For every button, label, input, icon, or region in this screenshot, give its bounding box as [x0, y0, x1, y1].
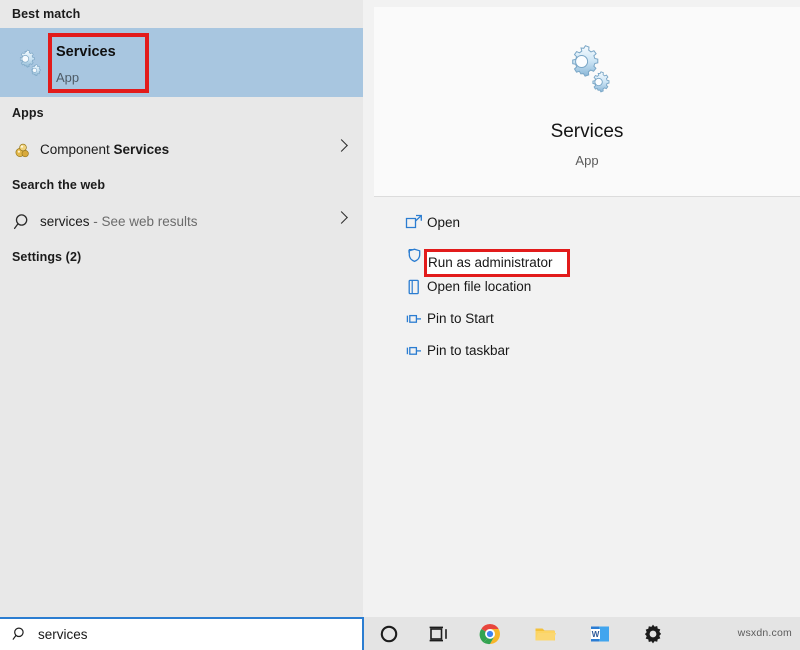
- result-item-label: Component Services: [40, 140, 169, 160]
- site-watermark: wsxdn.com: [738, 627, 792, 639]
- web-search-label: services - See web results: [40, 212, 198, 232]
- action-label: Pin to taskbar: [427, 341, 510, 361]
- best-match-result-services[interactable]: Services App: [0, 28, 363, 97]
- app-preview-header: Services App: [374, 7, 800, 196]
- windows-start-search-screen: Best match: [0, 0, 800, 650]
- open-external-icon: [405, 214, 423, 232]
- gears-icon: [561, 45, 613, 95]
- gears-icon: [13, 49, 43, 77]
- preview-app-name: Services: [374, 121, 800, 143]
- shield-icon: [405, 246, 423, 264]
- action-open[interactable]: Open: [367, 207, 800, 239]
- best-match-subtitle: App: [56, 70, 79, 85]
- section-header-search-the-web: Search the web: [0, 178, 105, 192]
- chevron-right-icon[interactable]: [335, 211, 348, 224]
- component-services-icon: [13, 140, 33, 160]
- folder-location-icon: [405, 278, 423, 296]
- pin-icon: [405, 342, 423, 360]
- settings-gear-icon[interactable]: [642, 623, 664, 645]
- section-header-settings: Settings (2): [0, 250, 81, 264]
- best-match-title: Services: [56, 44, 116, 60]
- pin-icon: [405, 310, 423, 328]
- file-explorer-icon[interactable]: [534, 623, 556, 645]
- search-icon: [12, 626, 28, 642]
- section-header-best-match: Best match: [0, 7, 80, 21]
- annotation-label-run-as-administrator: Run as administrator: [428, 253, 553, 273]
- search-input-value: services: [38, 626, 88, 643]
- search-icon: [13, 212, 33, 232]
- section-header-apps: Apps: [0, 106, 44, 120]
- taskbar-search-input[interactable]: services: [0, 617, 364, 650]
- cortana-icon[interactable]: [378, 623, 400, 645]
- preview-app-kind: App: [374, 153, 800, 168]
- svg-text:W: W: [592, 630, 600, 639]
- app-action-list: Open Run as administrator: [367, 207, 800, 367]
- label-match: Services: [114, 142, 170, 157]
- result-item-web-search[interactable]: services - See web results: [0, 204, 363, 240]
- google-chrome-icon[interactable]: [479, 623, 501, 645]
- microsoft-word-icon[interactable]: W: [589, 623, 611, 645]
- app-preview-panel: Services App Open: [367, 0, 800, 617]
- action-open-file-location[interactable]: Open file location: [367, 271, 800, 303]
- action-pin-to-start[interactable]: Pin to Start: [367, 303, 800, 335]
- divider: [374, 196, 800, 197]
- taskbar: W wsxdn.com: [364, 617, 800, 650]
- chevron-right-icon[interactable]: [335, 139, 348, 152]
- action-label: Open: [427, 213, 460, 233]
- task-view-icon[interactable]: [428, 623, 450, 645]
- action-label: Pin to Start: [427, 309, 494, 329]
- result-item-component-services[interactable]: Component Services: [0, 132, 363, 168]
- web-search-query: services: [40, 214, 90, 229]
- label-prefix: Component: [40, 142, 114, 157]
- action-label: Open file location: [427, 277, 531, 297]
- action-pin-to-taskbar[interactable]: Pin to taskbar: [367, 335, 800, 367]
- search-results-panel: Best match: [0, 0, 363, 617]
- web-search-suffix: - See web results: [90, 214, 198, 229]
